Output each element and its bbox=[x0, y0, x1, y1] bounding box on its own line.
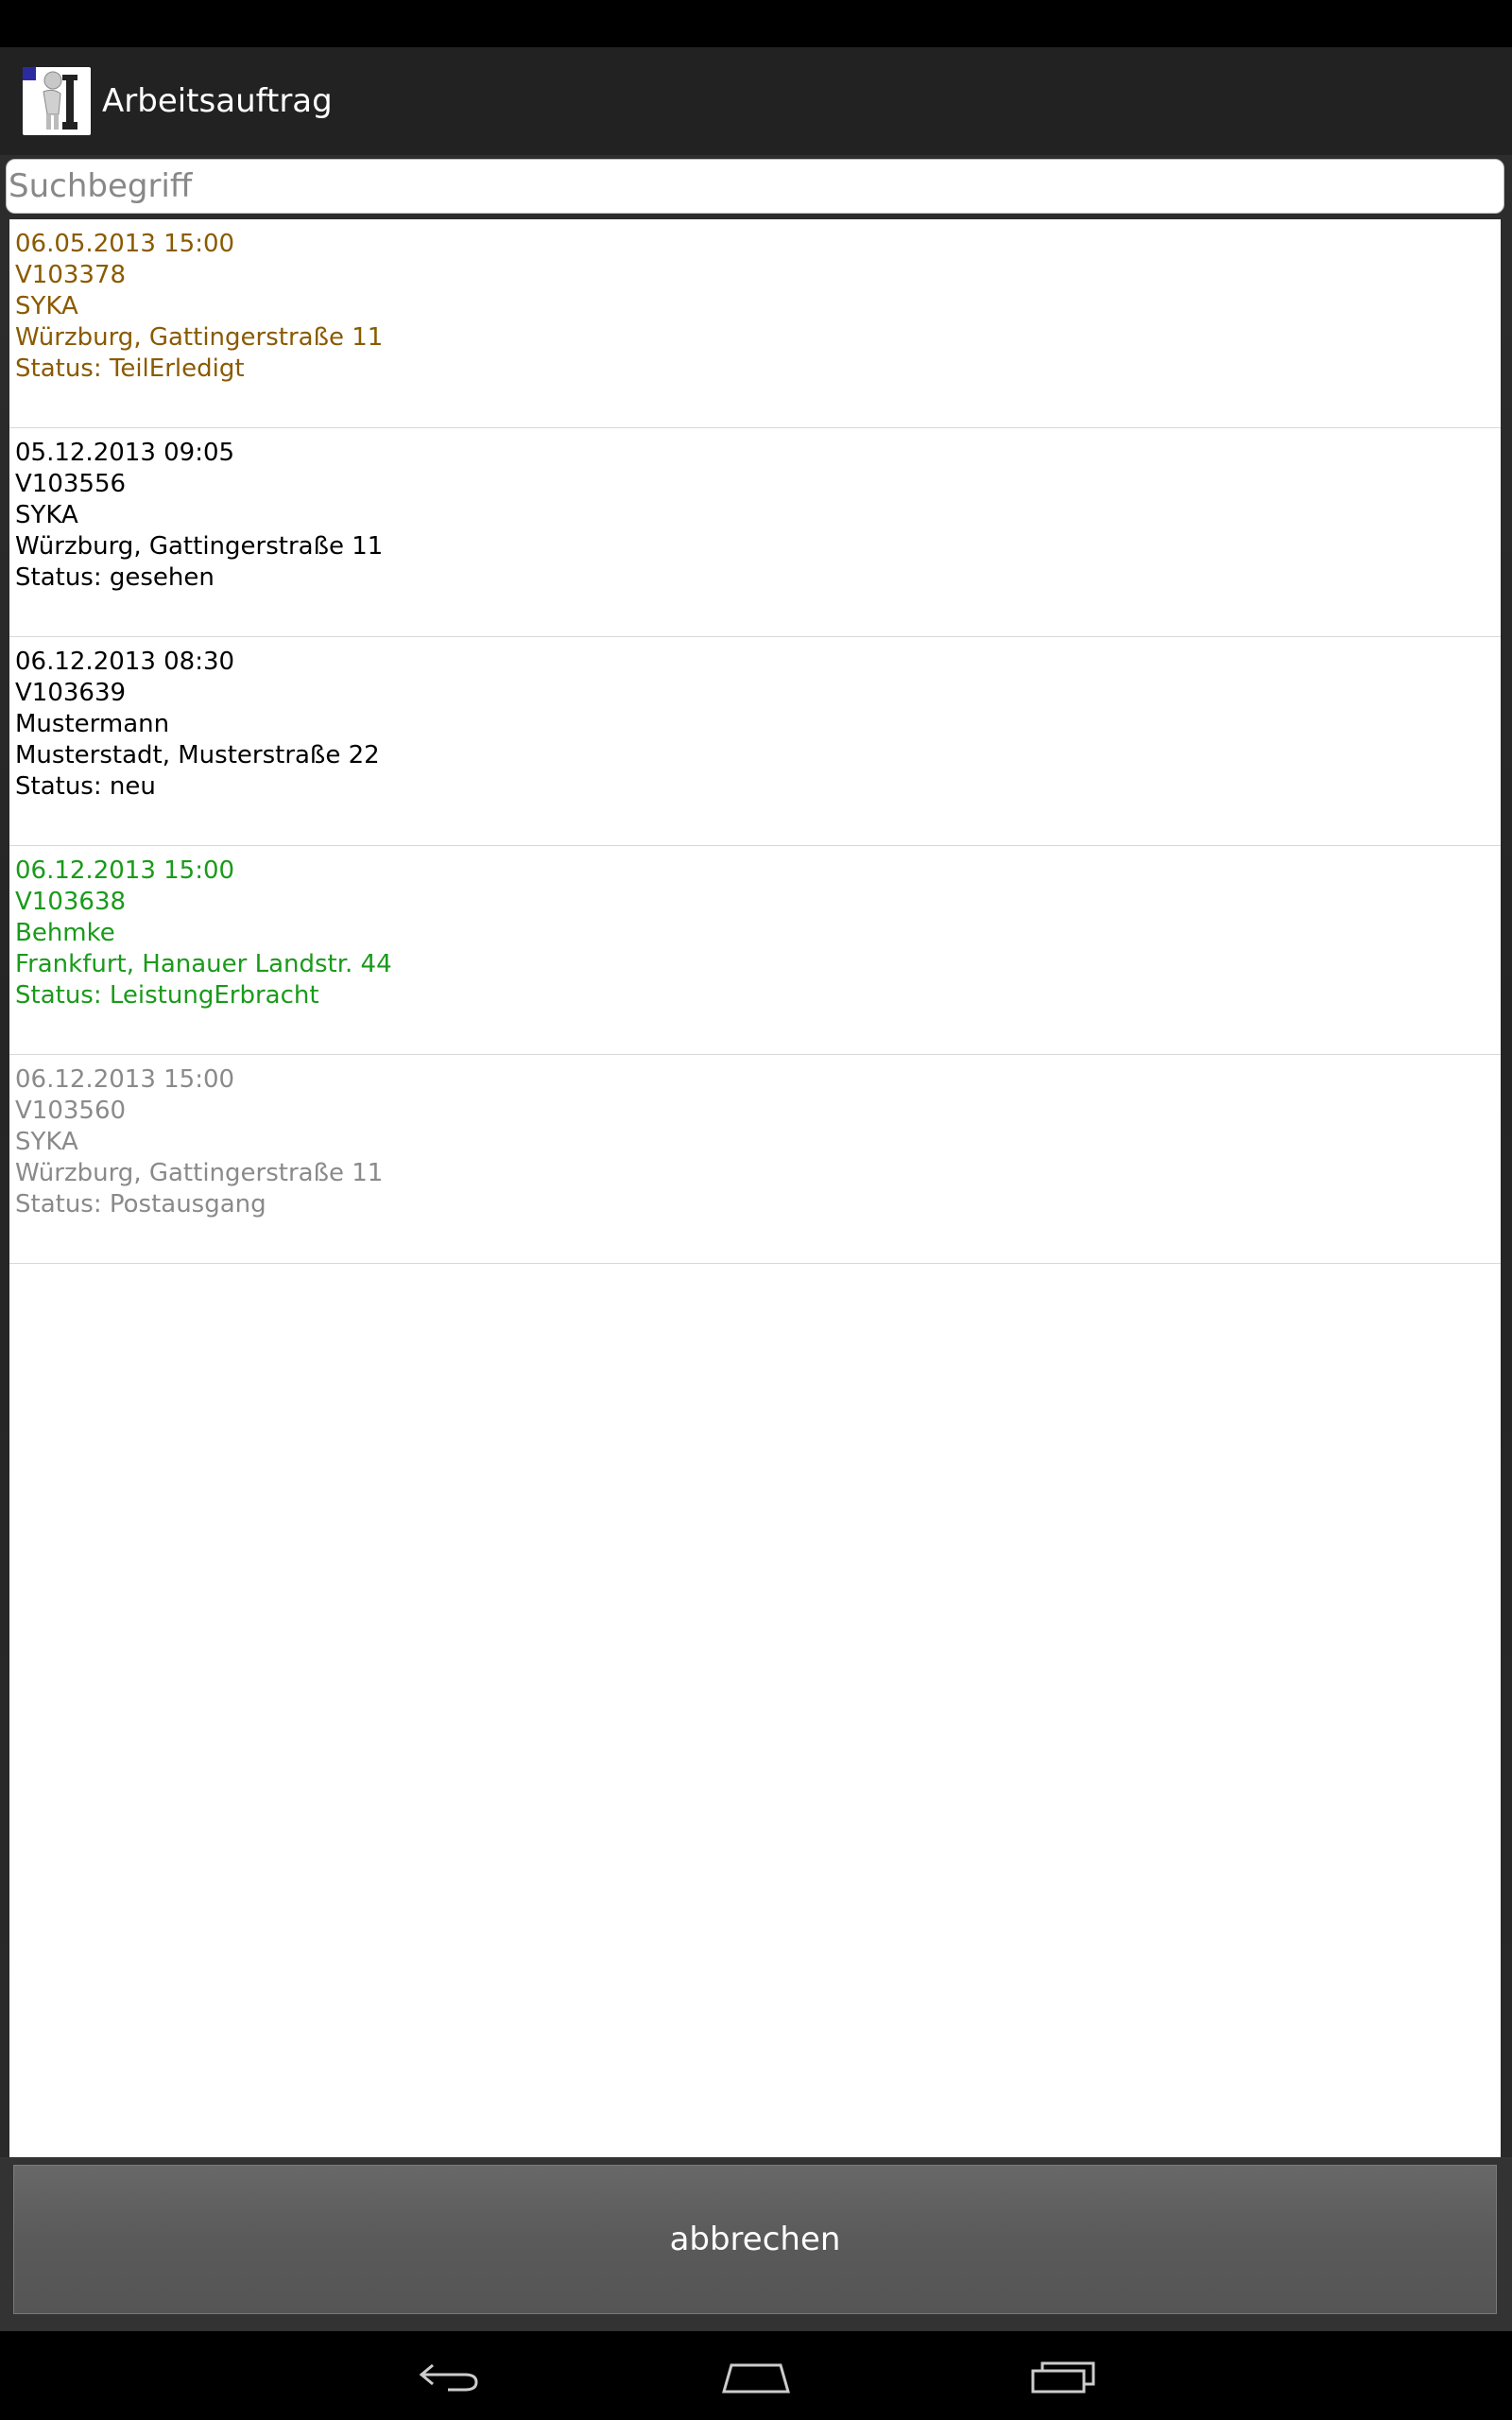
navigation-bar bbox=[0, 2331, 1512, 2420]
cancel-button[interactable]: abbrechen bbox=[13, 2165, 1497, 2314]
item-id: V103556 bbox=[15, 470, 127, 498]
item-address: Frankfurt, Hanauer Landstr. 44 bbox=[15, 950, 392, 978]
search-input[interactable] bbox=[7, 160, 1503, 213]
item-id: V103560 bbox=[15, 1097, 127, 1125]
item-customer: SYKA bbox=[15, 501, 78, 529]
app-title: Arbeitsauftrag bbox=[102, 82, 333, 120]
item-id: V103378 bbox=[15, 261, 127, 289]
button-bar: abbrechen bbox=[0, 2157, 1512, 2331]
item-status: Status: neu bbox=[15, 772, 156, 801]
item-address: Musterstadt, Musterstraße 22 bbox=[15, 741, 380, 769]
search-field[interactable] bbox=[6, 159, 1504, 214]
item-customer: SYKA bbox=[15, 1128, 78, 1156]
list-item[interactable]: 06.05.2013 15:00 V103378 SYKA Würzburg, … bbox=[9, 219, 1501, 428]
status-bar bbox=[0, 0, 1512, 47]
item-status: Status: TeilErledigt bbox=[15, 354, 245, 383]
item-status: Status: Postausgang bbox=[15, 1190, 266, 1219]
item-id: V103639 bbox=[15, 679, 127, 707]
list-item[interactable]: 06.12.2013 08:30 V103639 Mustermann Must… bbox=[9, 637, 1501, 846]
wrench-worker-icon[interactable] bbox=[23, 67, 91, 135]
list-item[interactable]: 05.12.2013 09:05 V103556 SYKA Würzburg, … bbox=[9, 428, 1501, 637]
item-customer: SYKA bbox=[15, 292, 78, 320]
item-customer: Behmke bbox=[15, 919, 115, 947]
item-id: V103638 bbox=[15, 888, 127, 916]
item-datetime: 06.12.2013 08:30 bbox=[15, 648, 235, 676]
item-address: Würzburg, Gattingerstraße 11 bbox=[15, 532, 384, 561]
item-datetime: 06.12.2013 15:00 bbox=[15, 856, 235, 885]
recent-apps-icon[interactable] bbox=[1025, 2350, 1101, 2403]
item-status: Status: LeistungErbracht bbox=[15, 981, 319, 1010]
item-datetime: 06.12.2013 15:00 bbox=[15, 1065, 235, 1094]
item-datetime: 05.12.2013 09:05 bbox=[15, 439, 235, 467]
home-icon[interactable] bbox=[718, 2350, 794, 2403]
order-list[interactable]: 06.05.2013 15:00 V103378 SYKA Würzburg, … bbox=[9, 219, 1501, 2157]
item-customer: Mustermann bbox=[15, 710, 170, 738]
list-item[interactable]: 06.12.2013 15:00 V103560 SYKA Würzburg, … bbox=[9, 1055, 1501, 1264]
list-item[interactable]: 06.12.2013 15:00 V103638 Behmke Frankfur… bbox=[9, 846, 1501, 1055]
item-status: Status: gesehen bbox=[15, 563, 215, 592]
action-bar: Arbeitsauftrag bbox=[0, 47, 1512, 155]
back-icon[interactable] bbox=[411, 2350, 487, 2403]
item-datetime: 06.05.2013 15:00 bbox=[15, 230, 235, 258]
item-address: Würzburg, Gattingerstraße 11 bbox=[15, 323, 384, 352]
item-address: Würzburg, Gattingerstraße 11 bbox=[15, 1159, 384, 1187]
